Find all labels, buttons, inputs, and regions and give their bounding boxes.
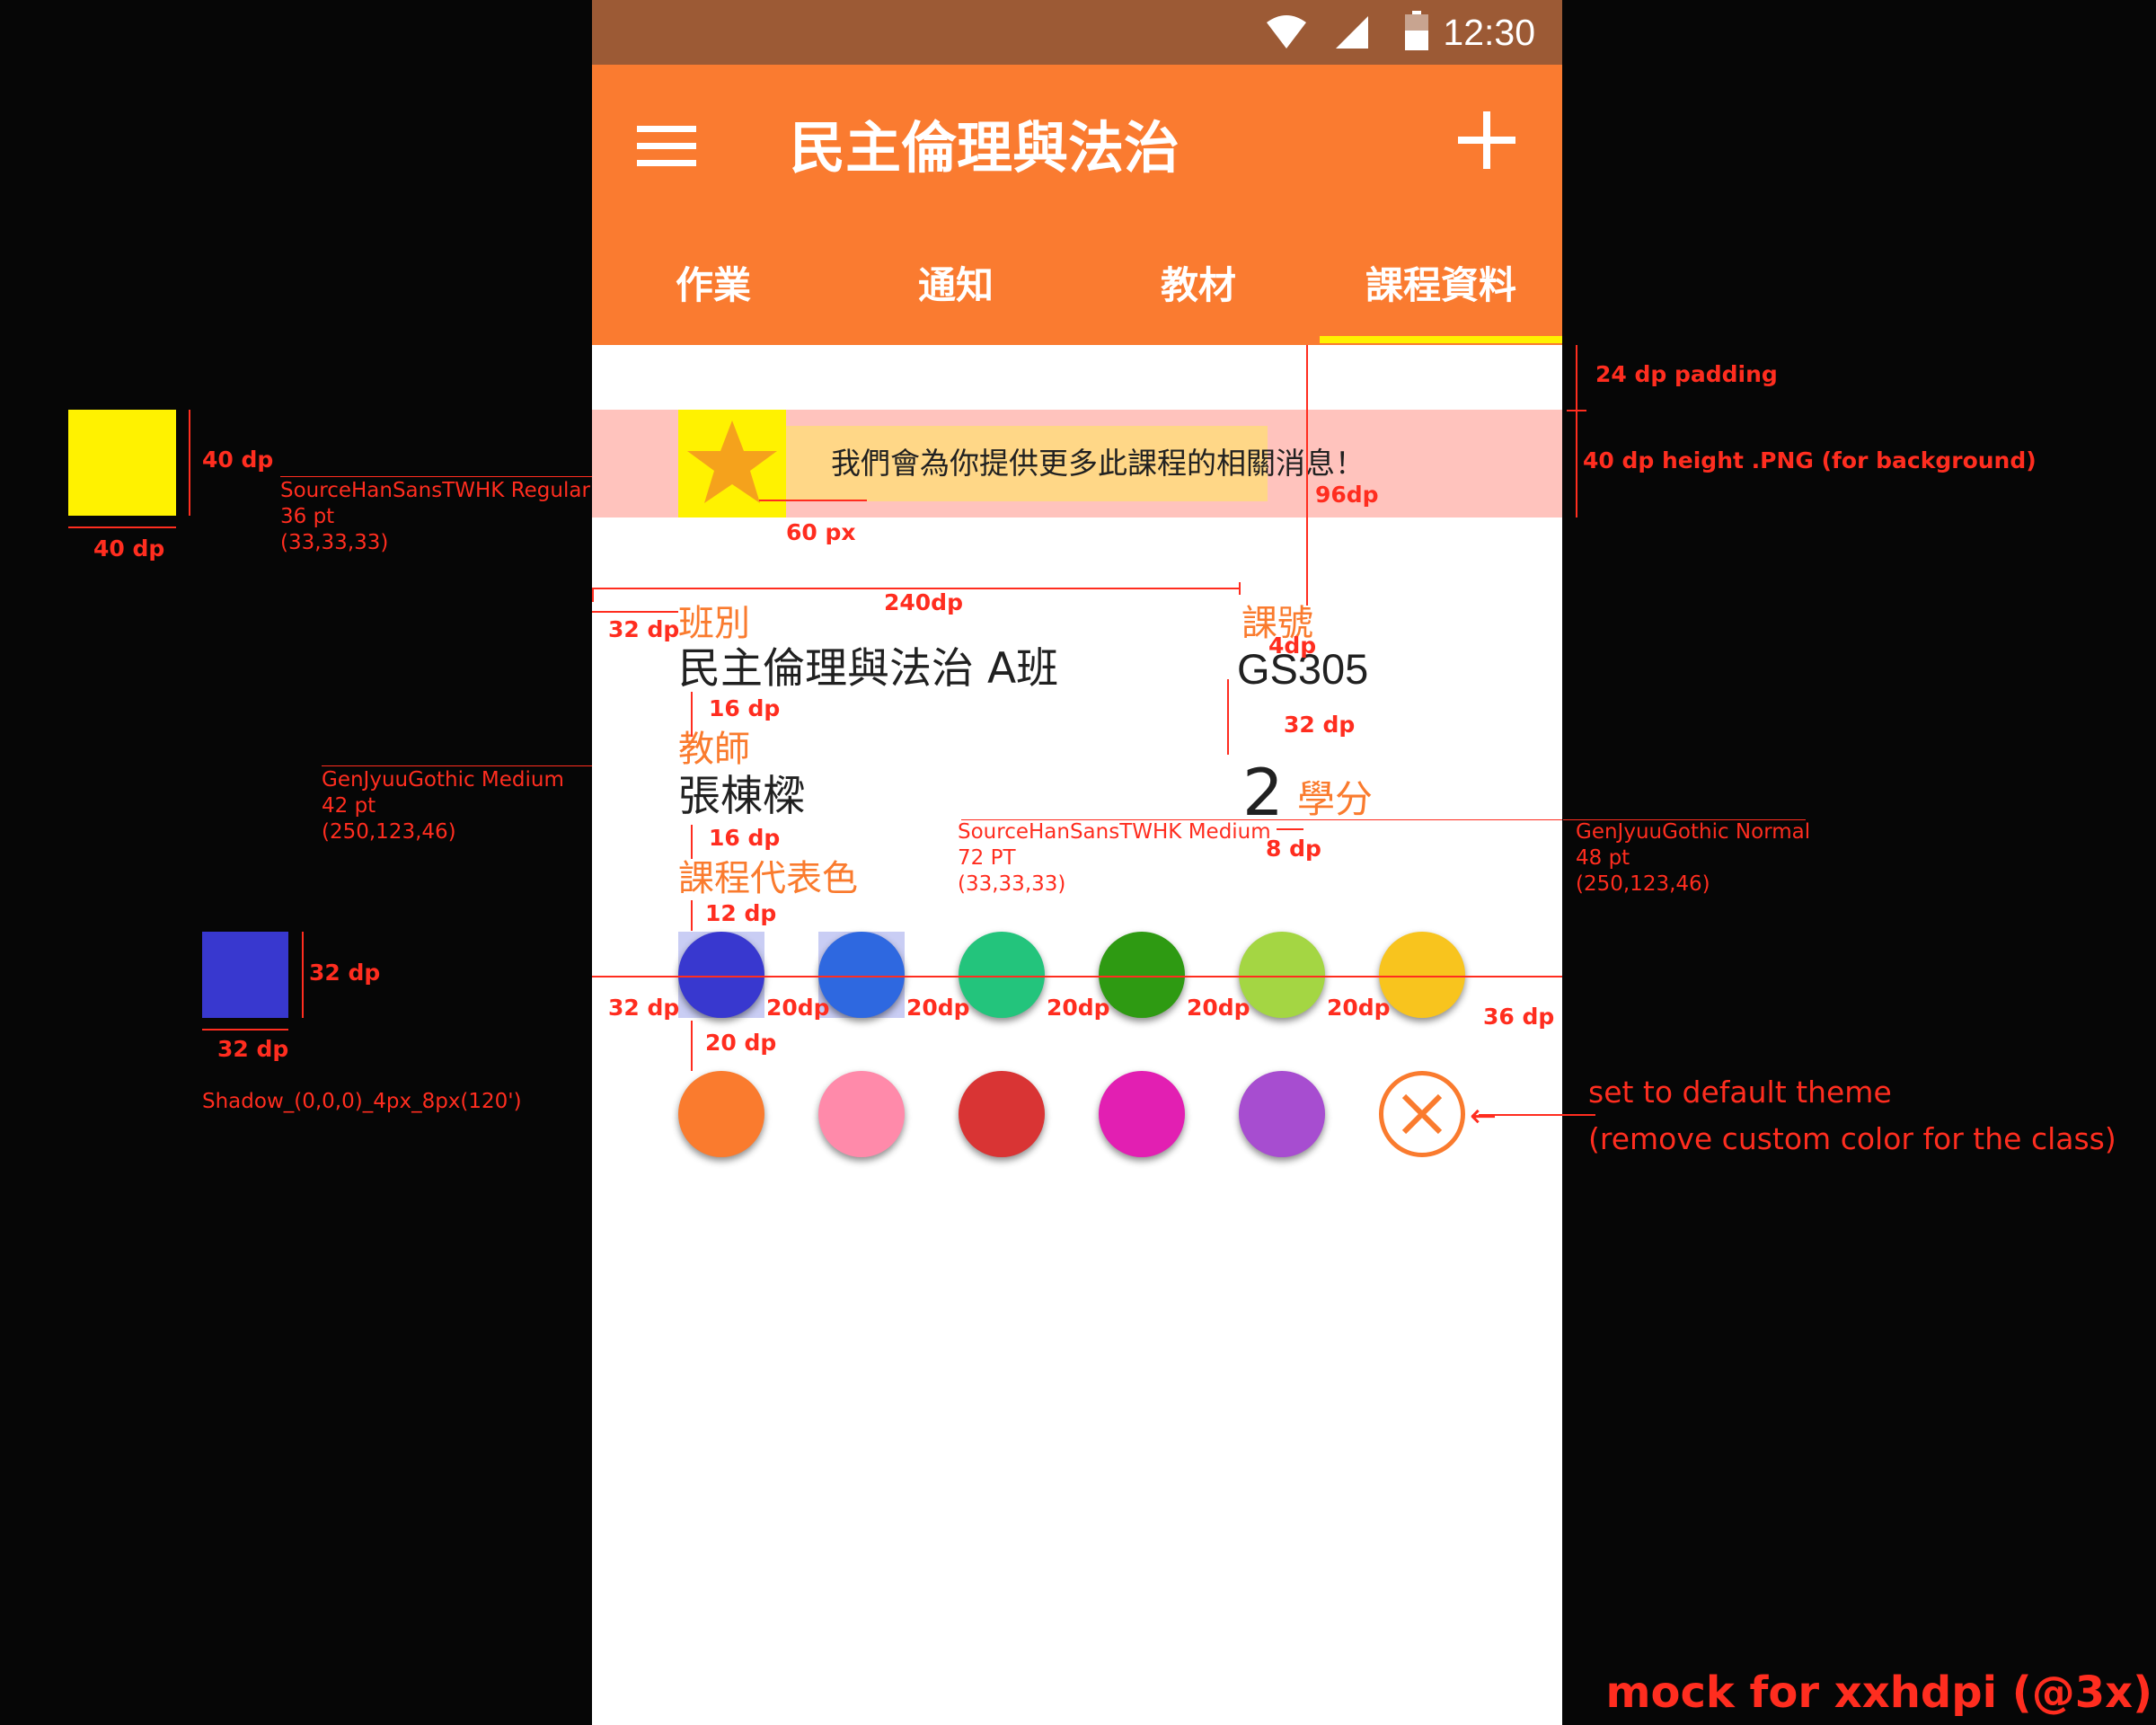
- add-icon[interactable]: [1458, 111, 1515, 169]
- tab-course-info[interactable]: 課程資料: [1320, 226, 1562, 345]
- number-font-spec: SourceHanSansTWHK Medium 72 PT (33,33,33…: [958, 820, 1271, 896]
- blue-sample-square: [202, 932, 288, 1018]
- reset-color-button[interactable]: [1379, 1071, 1465, 1157]
- dim-20dp-1: 20dp: [766, 995, 830, 1021]
- class-value: 民主倫理與法治 A班: [678, 644, 1059, 694]
- dim-20dp-5: 20dp: [1327, 995, 1391, 1021]
- banner-font-spec: SourceHanSansTWHK Regular 36 pt (33,33,3…: [280, 479, 590, 554]
- banner-text: 我們會為你提供更多此課程的相關消息！: [831, 446, 1365, 481]
- dim-4dp: 4dp: [1268, 632, 1317, 659]
- dim-16dp-a: 16 dp: [709, 695, 781, 721]
- dim-20dp-rows: 20 dp: [705, 1030, 777, 1056]
- status-bar: 12:30: [592, 0, 1562, 65]
- dim-20dp-3: 20dp: [1047, 995, 1110, 1021]
- dim-8dp: 8 dp: [1266, 836, 1321, 862]
- dim-16dp-b: 16 dp: [709, 825, 781, 851]
- yellow-sample-height: 40 dp: [202, 447, 274, 473]
- color-swatch[interactable]: [678, 932, 764, 1018]
- color-swatch[interactable]: [678, 1071, 764, 1157]
- app-bar: 民主倫理與法治 作業 通知 教材 課程資料: [592, 65, 1562, 345]
- menu-icon[interactable]: [637, 117, 696, 176]
- battery-icon: [1405, 11, 1428, 50]
- color-swatch[interactable]: [818, 932, 905, 1018]
- color-swatch[interactable]: [1099, 1071, 1185, 1157]
- tab-materials[interactable]: 教材: [1077, 226, 1320, 345]
- dim-20dp-4: 20dp: [1187, 995, 1250, 1021]
- credits-unit: 學分: [1297, 777, 1374, 821]
- class-label: 班別: [678, 603, 750, 644]
- yellow-sample-width: 40 dp: [93, 535, 165, 562]
- dim-32dp-credits: 32 dp: [1284, 712, 1356, 738]
- dim-240dp: 240dp: [884, 589, 963, 615]
- color-swatch[interactable]: [959, 1071, 1045, 1157]
- status-time: 12:30: [1443, 12, 1535, 53]
- tab-row: 作業 通知 教材 課程資料: [592, 226, 1562, 345]
- color-swatch[interactable]: [1099, 932, 1185, 1018]
- blue-sample-width: 32 dp: [217, 1036, 289, 1062]
- padding-note: 24 dp padding: [1595, 361, 1778, 387]
- dim-36dp: 36 dp: [1483, 1004, 1555, 1030]
- label-font-spec: GenJyuuGothic Medium 42 pt (250,123,46): [322, 768, 564, 844]
- color-swatch[interactable]: [1379, 932, 1465, 1018]
- color-swatch[interactable]: [1239, 1071, 1325, 1157]
- color-swatch[interactable]: [1239, 932, 1325, 1018]
- phone-screen: 12:30 民主倫理與法治 作業 通知 教材 課程資料 我們會為你提供更多此課程…: [592, 0, 1562, 1725]
- tab-indicator: [1320, 336, 1562, 343]
- dim-32dp-row: 32 dp: [608, 995, 680, 1021]
- wifi-icon: [1267, 15, 1306, 49]
- yellow-sample-square: [68, 410, 176, 516]
- teacher-label: 教師: [678, 729, 750, 770]
- course-color-label: 課程代表色: [678, 858, 858, 899]
- dim-60px: 60 px: [786, 519, 856, 545]
- blue-sample-height: 32 dp: [309, 960, 381, 986]
- close-circle-icon: [1401, 1093, 1443, 1135]
- teacher-value: 張棟樑: [678, 772, 805, 821]
- tab-notices[interactable]: 通知: [835, 226, 1077, 345]
- color-swatch[interactable]: [959, 932, 1045, 1018]
- dim-32dp-left: 32 dp: [608, 616, 680, 642]
- mock-footer-note: mock for xxhdpi (@3x): [1605, 1668, 2152, 1718]
- signal-icon: [1336, 16, 1368, 49]
- color-swatch[interactable]: [818, 1071, 905, 1157]
- star-icon: [687, 420, 777, 503]
- shadow-spec: Shadow_(0,0,0)_4px_8px(120'): [202, 1090, 522, 1113]
- unit-font-spec: GenJyuuGothic Normal 48 pt (250,123,46): [1576, 820, 1811, 896]
- dim-96dp: 96dp: [1315, 482, 1379, 508]
- banner-height-note: 40 dp height .PNG (for background): [1583, 447, 2037, 473]
- dim-20dp-2: 20dp: [906, 995, 970, 1021]
- app-title: 民主倫理與法治: [790, 115, 1180, 181]
- banner-badge: [678, 410, 786, 518]
- dim-12dp: 12 dp: [705, 900, 777, 926]
- reset-note: set to default theme (remove custom colo…: [1588, 1075, 2116, 1156]
- tab-homework[interactable]: 作業: [592, 226, 835, 345]
